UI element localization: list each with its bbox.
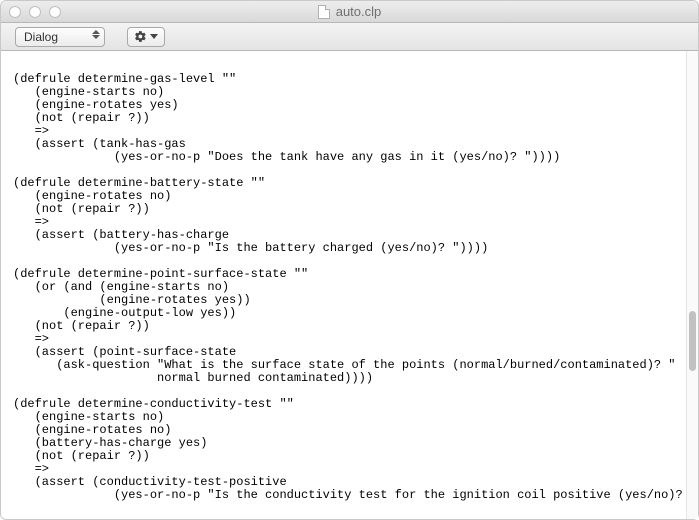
settings-button[interactable] <box>127 27 165 47</box>
scrollbar-thumb[interactable] <box>689 311 696 371</box>
font-select[interactable]: Dialog <box>15 27 105 47</box>
toolbar: Dialog <box>1 23 698 51</box>
window-controls <box>9 6 61 18</box>
chevron-down-icon <box>150 34 158 39</box>
updown-icon <box>92 30 100 39</box>
scrollbar-track[interactable] <box>686 51 698 519</box>
titlebar: auto.clp <box>1 1 698 23</box>
font-select-label: Dialog <box>24 30 58 44</box>
zoom-icon[interactable] <box>49 6 61 18</box>
minimize-icon[interactable] <box>29 6 41 18</box>
gear-icon <box>134 30 147 43</box>
file-icon <box>318 5 330 19</box>
window-title: auto.clp <box>336 4 382 19</box>
title-wrap: auto.clp <box>1 4 698 19</box>
code-editor[interactable]: (defrule determine-gas-level "" (engine-… <box>1 63 686 507</box>
editor-area: (defrule determine-gas-level "" (engine-… <box>1 51 698 519</box>
close-icon[interactable] <box>9 6 21 18</box>
